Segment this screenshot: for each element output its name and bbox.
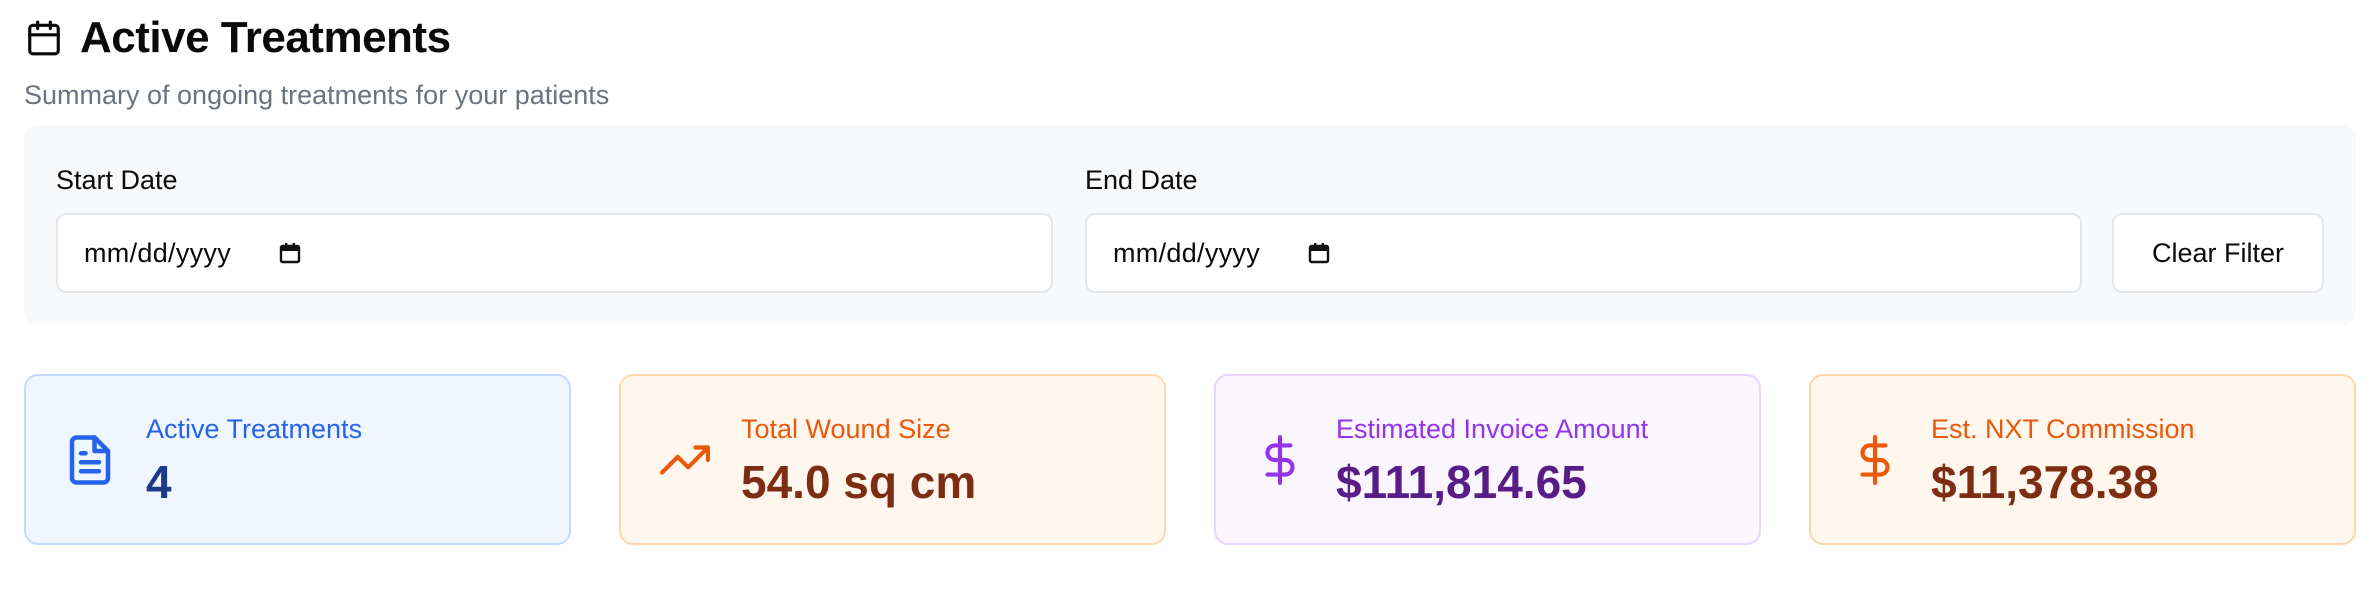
dollar-icon: [1847, 428, 1903, 492]
stat-label: Total Wound Size: [741, 414, 951, 444]
stat-value: 4: [146, 456, 172, 508]
date-filter-panel: Start Date mm/dd/yyyy End Date mm/dd/yyy…: [24, 125, 2356, 325]
trending-up-icon: [657, 428, 713, 492]
start-date-label: Start Date: [56, 165, 178, 195]
page-title: Active Treatments: [80, 13, 451, 62]
stat-card-nxt-commission: Est. NXT Commission $11,378.38: [1809, 374, 2356, 545]
calendar-icon: [24, 18, 64, 58]
file-text-icon: [62, 428, 118, 492]
stat-label: Estimated Invoice Amount: [1336, 414, 1649, 444]
stat-value: $111,814.65: [1336, 456, 1587, 508]
dollar-icon: [1252, 428, 1308, 492]
end-date-value: mm/dd/yyyy: [1113, 237, 1261, 268]
stat-card-active-treatments: Active Treatments 4: [24, 374, 571, 545]
stat-value: 54.0 sq cm: [741, 456, 977, 508]
page: Active Treatments Summary of ongoing tre…: [0, 0, 2374, 598]
calendar-icon[interactable]: [277, 240, 303, 266]
start-date-value: mm/dd/yyyy: [84, 237, 232, 268]
clear-filter-button[interactable]: Clear Filter: [2112, 213, 2324, 293]
stat-label: Active Treatments: [146, 414, 363, 444]
calendar-icon[interactable]: [1306, 240, 1332, 266]
page-subtitle: Summary of ongoing treatments for your p…: [24, 80, 610, 110]
start-date-input[interactable]: mm/dd/yyyy: [56, 213, 1053, 293]
stat-card-total-wound-size: Total Wound Size 54.0 sq cm: [619, 374, 1166, 545]
end-date-input[interactable]: mm/dd/yyyy: [1085, 213, 2082, 293]
stat-label: Est. NXT Commission: [1931, 414, 2195, 444]
page-header: Active Treatments: [24, 10, 451, 66]
stat-value: $11,378.38: [1931, 456, 2159, 508]
end-date-label: End Date: [1085, 165, 1198, 195]
stat-card-estimated-invoice: Estimated Invoice Amount $111,814.65: [1214, 374, 1761, 545]
